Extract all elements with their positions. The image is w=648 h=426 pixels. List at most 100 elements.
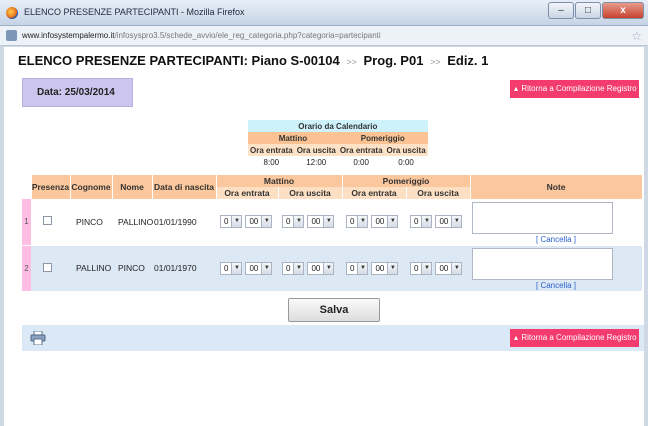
minute-select[interactable]: 00 ▼ — [245, 215, 273, 229]
hour-value: 0 — [286, 217, 291, 227]
calendar-schedule-table: Orario da Calendario Mattino Pomeriggio … — [248, 120, 428, 168]
dropdown-arrow-icon: ▼ — [357, 216, 368, 228]
calendar-mattino: Mattino — [248, 132, 338, 144]
address-bar[interactable]: www.infosystempalermo.it/infosyspro3.5/s… — [0, 26, 648, 46]
cancella-link[interactable]: [ Cancella ] — [470, 235, 642, 244]
time-selects: 0 ▼ 00 ▼ — [410, 261, 465, 275]
title-main: ELENCO PRESENZE PARTECIPANTI: Piano S-00… — [18, 53, 340, 68]
up-arrow-icon: ▲ — [512, 335, 520, 342]
pomeriggio-entrata-cell: 0 ▼ 00 ▼ — [342, 199, 406, 246]
minimize-button[interactable]: – — [548, 2, 574, 19]
time-selects: 0 ▼ 00 ▼ — [220, 261, 275, 275]
return-to-register-button-top[interactable]: ▲ Ritorna a Compilazione Registro — [510, 80, 639, 98]
minute-select[interactable]: 00 ▼ — [307, 261, 335, 275]
time-selects: 0 ▼ 00 ▼ — [282, 261, 337, 275]
hour-value: 0 — [224, 263, 229, 273]
minute-value: 00 — [375, 217, 385, 227]
dropdown-arrow-icon: ▼ — [261, 216, 272, 228]
header-cognome: Cognome — [70, 175, 113, 199]
row-number: 1 — [22, 199, 31, 246]
hour-select[interactable]: 0 ▼ — [282, 215, 305, 229]
table-row: 2 PALLINO PINCO 01/01/1970 0 ▼ 00 ▼ 0 ▼ 00 ▼ 0… — [22, 245, 643, 292]
cancella-link[interactable]: [ Cancella ] — [470, 281, 642, 290]
star-icon[interactable]: ☆ — [631, 29, 642, 43]
hour-select[interactable]: 0 ▼ — [346, 215, 369, 229]
header-pomeriggio: Pomeriggio — [342, 175, 471, 187]
hour-select[interactable]: 0 ▼ — [346, 261, 369, 275]
calendar-ora-uscita: Ora uscita — [384, 144, 428, 156]
title-separator: >> — [430, 57, 441, 67]
calendar-value: 12:00 — [306, 157, 327, 167]
hour-select[interactable]: 0 ▼ — [220, 215, 243, 229]
close-button[interactable]: x — [602, 2, 644, 19]
minute-select[interactable]: 00 ▼ — [435, 261, 463, 275]
dropdown-arrow-icon: ▼ — [293, 216, 304, 228]
presenza-checkbox[interactable] — [43, 216, 52, 226]
calendar-value: 0:00 — [353, 157, 369, 167]
minute-value: 00 — [311, 217, 321, 227]
calendar-ora-entrata: Ora entrata — [248, 144, 295, 156]
table-row: 1 PINCO PALLINO 01/01/1990 0 ▼ 00 ▼ 0 ▼ 00 ▼ 0… — [22, 199, 643, 246]
time-selects: 0 ▼ 00 ▼ — [346, 261, 401, 275]
minute-value: 00 — [249, 217, 259, 227]
save-button[interactable]: Salva — [288, 298, 380, 322]
attendance-table: Presenza Cognome Nome Data di nascita Ma… — [22, 175, 643, 292]
mattino-uscita-cell: 0 ▼ 00 ▼ — [278, 245, 342, 292]
hour-select[interactable]: 0 ▼ — [220, 261, 243, 275]
hour-value: 0 — [414, 263, 419, 273]
dropdown-arrow-icon: ▼ — [357, 262, 368, 274]
page-title: ELENCO PRESENZE PARTECIPANTI: Piano S-00… — [18, 53, 488, 68]
mattino-uscita-cell: 0 ▼ 00 ▼ — [278, 199, 342, 246]
time-selects: 0 ▼ 00 ▼ — [410, 215, 465, 229]
note-textarea[interactable] — [472, 201, 614, 234]
url-host: www.infosystempalermo.it — [22, 31, 115, 40]
dropdown-arrow-icon: ▼ — [451, 262, 462, 274]
pomeriggio-uscita-cell: 0 ▼ 00 ▼ — [406, 245, 471, 292]
minute-select[interactable]: 00 ▼ — [435, 215, 463, 229]
dropdown-arrow-icon: ▼ — [421, 216, 432, 228]
hour-select[interactable]: 0 ▼ — [410, 215, 433, 229]
calendar-value: 8:00 — [263, 157, 280, 167]
return-label: Ritorna a Compilazione Registro — [521, 84, 637, 93]
hour-value: 0 — [286, 263, 291, 273]
header-mattino: Mattino — [216, 175, 343, 187]
site-identity-icon[interactable] — [6, 30, 17, 41]
dropdown-arrow-icon: ▼ — [421, 262, 432, 274]
calendar-pomeriggio: Pomeriggio — [337, 132, 428, 144]
header-ora-uscita: Ora uscita — [278, 187, 343, 199]
cognome-cell: PALLINO — [70, 245, 112, 292]
printer-icon[interactable] — [30, 331, 46, 345]
minute-select[interactable]: 00 ▼ — [307, 215, 335, 229]
header-note: Note — [470, 175, 643, 199]
dropdown-arrow-icon: ▼ — [231, 262, 242, 274]
pomeriggio-uscita-cell: 0 ▼ 00 ▼ — [406, 199, 471, 246]
presenza-checkbox[interactable] — [43, 262, 52, 272]
dropdown-arrow-icon: ▼ — [323, 216, 334, 228]
time-selects: 0 ▼ 00 ▼ — [220, 215, 275, 229]
nascita-cell: 01/01/1990 — [152, 199, 216, 246]
minute-select[interactable]: 00 ▼ — [245, 261, 273, 275]
header-ora-entrata: Ora entrata — [342, 187, 407, 199]
minute-value: 00 — [311, 263, 321, 273]
calendar-ora-uscita: Ora uscita — [294, 144, 338, 156]
hour-select[interactable]: 0 ▼ — [282, 261, 305, 275]
header-nascita: Data di nascita — [152, 175, 217, 199]
header-presenza: Presenza — [31, 175, 71, 199]
minute-select[interactable]: 00 ▼ — [371, 215, 399, 229]
title-separator: >> — [346, 57, 357, 67]
hour-select[interactable]: 0 ▼ — [410, 261, 433, 275]
minute-value: 00 — [439, 263, 449, 273]
note-textarea[interactable] — [472, 248, 614, 280]
minute-value: 00 — [249, 263, 259, 273]
return-to-register-button-bottom[interactable]: ▲ Ritorna a Compilazione Registro — [510, 329, 639, 347]
url-text[interactable]: www.infosystempalermo.it/infosyspro3.5/s… — [22, 31, 381, 40]
maximize-button[interactable]: □ — [575, 2, 601, 19]
date-box: Data: 25/03/2014 — [22, 78, 133, 107]
dropdown-arrow-icon: ▼ — [323, 262, 334, 274]
presenza-cell — [31, 199, 70, 246]
minute-select[interactable]: 00 ▼ — [371, 261, 399, 275]
dropdown-arrow-icon: ▼ — [387, 216, 398, 228]
cognome-cell: PINCO — [70, 199, 112, 246]
return-label: Ritorna a Compilazione Registro — [521, 333, 637, 342]
title-prog: Prog. P01 — [363, 53, 424, 68]
